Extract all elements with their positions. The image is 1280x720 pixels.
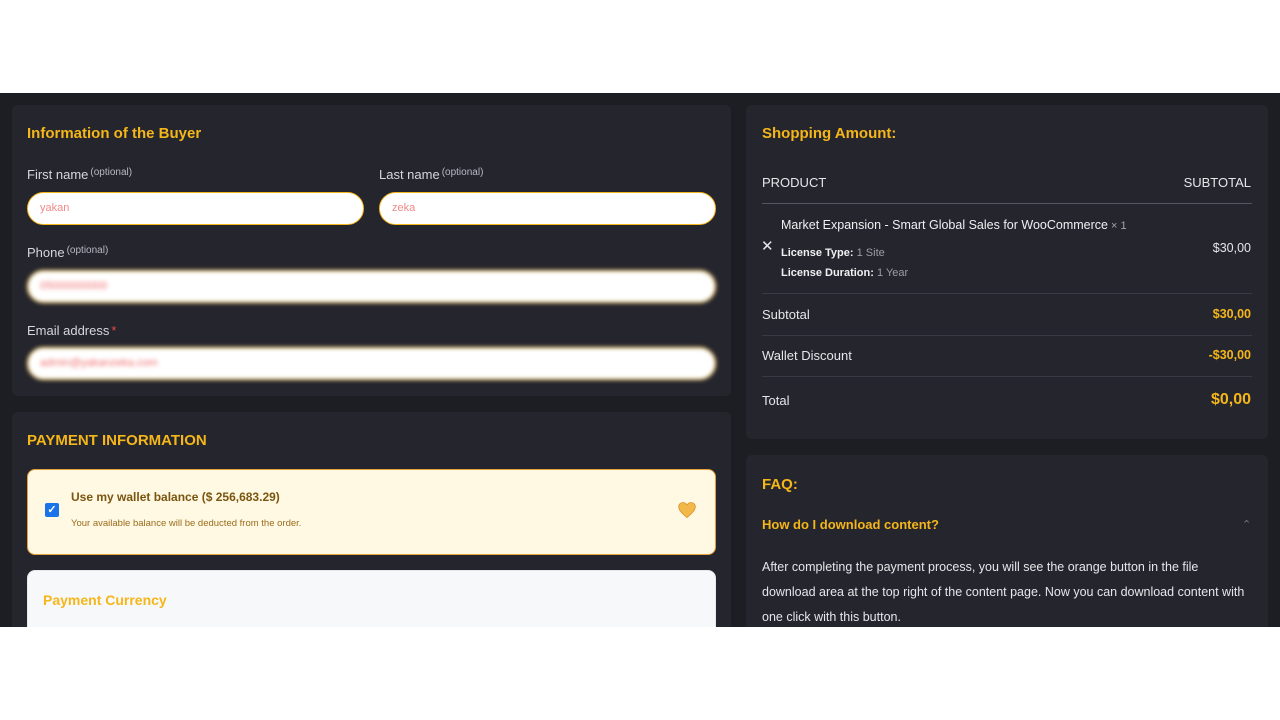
subtotal-label: Subtotal	[762, 307, 810, 322]
license-duration: License Duration: 1 Year	[781, 267, 909, 279]
payment-currency-section: Payment Currency	[27, 570, 716, 627]
last-name-label: Last name (optional)	[379, 167, 484, 182]
total-label: Total	[762, 393, 790, 408]
license-type: License Type: 1 Site	[781, 247, 885, 259]
first-name-label: First name (optional)	[27, 167, 133, 182]
divider	[762, 376, 1252, 377]
checkout-page: Information of the Buyer First name (opti…	[0, 93, 1280, 627]
payment-currency-title: Payment Currency	[43, 592, 167, 608]
product-column-header: PRODUCT	[762, 175, 827, 190]
product-price: $30,00	[1212, 241, 1251, 255]
phone-label: Phone (optional)	[27, 245, 109, 260]
gold-heart-icon	[678, 502, 696, 519]
remove-item-icon[interactable]: ✕	[761, 239, 775, 254]
wallet-discount-label: Wallet Discount	[762, 348, 852, 363]
phone-input[interactable]: 05000000000	[27, 270, 716, 303]
email-input[interactable]: admin@yakanzeka.com	[27, 347, 716, 380]
faq-answer: After completing the payment process, yo…	[762, 560, 1245, 624]
total-value: $0,00	[1210, 391, 1251, 408]
wallet-balance-option[interactable]: ✓ Use my wallet balance ($ 256,683.29) Y…	[27, 469, 716, 555]
wallet-discount-value: -$30,00	[1208, 348, 1251, 362]
optional-tag: (optional)	[90, 167, 133, 178]
subtotal-column-header: SUBTOTAL	[1183, 175, 1251, 190]
buyer-info-title: Information of the Buyer	[27, 125, 202, 142]
optional-tag: (optional)	[441, 167, 484, 178]
first-name-input[interactable]: yakan	[27, 192, 364, 225]
shopping-amount-title: Shopping Amount:	[762, 125, 897, 142]
email-label: Email address *	[27, 323, 117, 338]
divider	[762, 293, 1252, 294]
product-name: Market Expansion - Smart Global Sales fo…	[781, 218, 1127, 232]
subtotal-value: $30,00	[1212, 307, 1251, 321]
required-mark: *	[111, 323, 117, 338]
faq-title: FAQ:	[762, 476, 798, 493]
last-name-input[interactable]: zeka	[379, 192, 716, 225]
faq-question[interactable]: How do I download content?	[762, 517, 939, 532]
wallet-balance-label: Use my wallet balance ($ 256,683.29)	[71, 490, 280, 504]
product-quantity: × 1	[1110, 220, 1127, 232]
divider	[762, 335, 1252, 336]
wallet-balance-hint: Your available balance will be deducted …	[71, 518, 302, 529]
wallet-checkbox[interactable]: ✓	[45, 503, 59, 517]
payment-info-title: PAYMENT INFORMATION	[27, 432, 207, 449]
optional-tag: (optional)	[66, 245, 109, 256]
chevron-up-icon[interactable]: ⌃	[1242, 518, 1251, 531]
header-divider	[762, 203, 1252, 204]
